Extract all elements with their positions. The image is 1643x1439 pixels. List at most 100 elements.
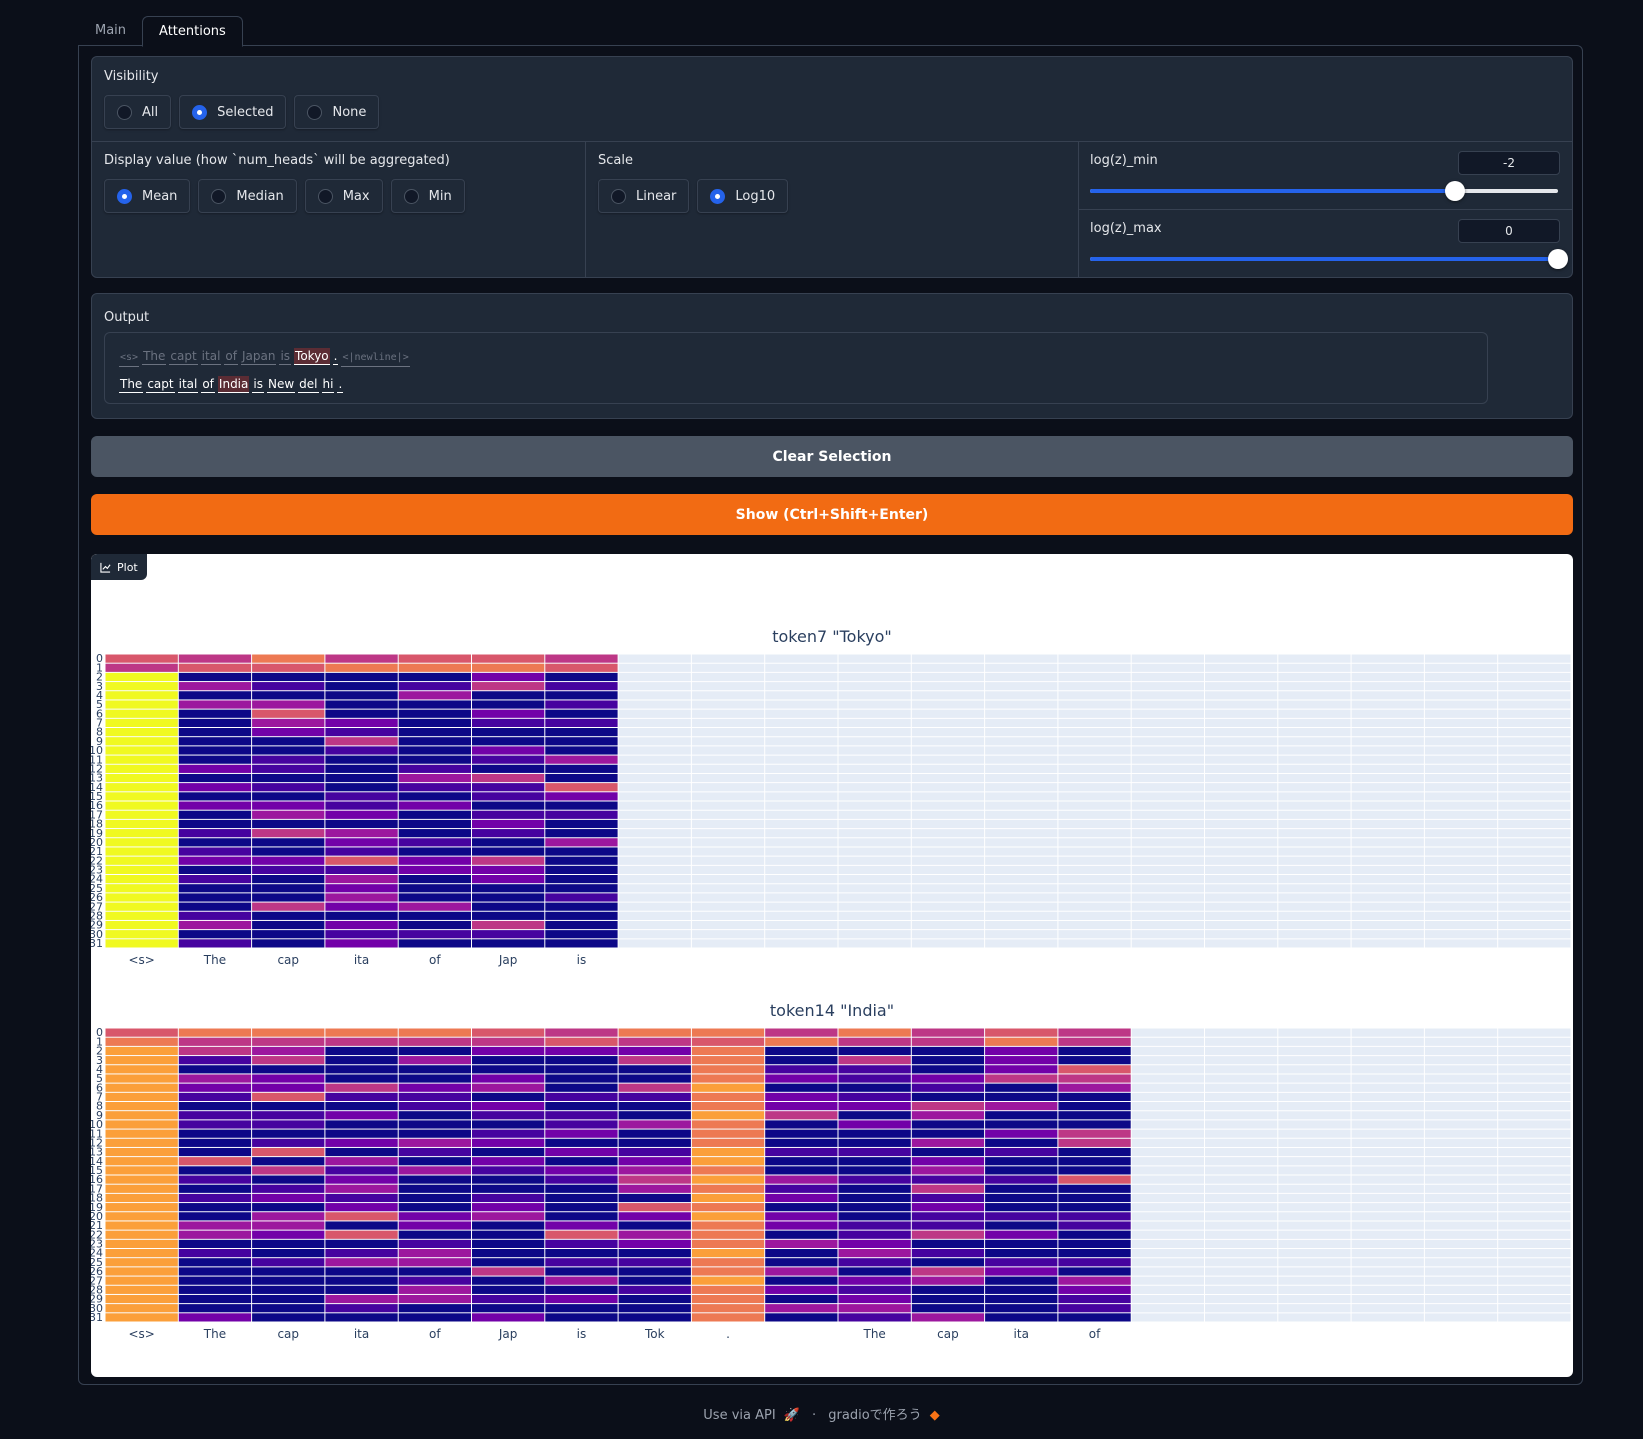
visibility-option-selected[interactable]: Selected — [179, 95, 287, 129]
token[interactable]: . — [337, 376, 344, 393]
token[interactable]: ital — [200, 348, 222, 365]
token[interactable]: . — [332, 348, 339, 365]
heatmap-cell — [252, 1166, 325, 1175]
heatmap-cell — [398, 1157, 471, 1166]
heatmap-cell — [545, 700, 618, 709]
heatmap-cell — [178, 884, 252, 893]
heatmap-cell — [545, 1046, 618, 1056]
heatmap-cell — [985, 1046, 1058, 1056]
built-with-gradio-link[interactable]: gradioで作ろう — [828, 1408, 921, 1423]
token[interactable]: of — [224, 348, 238, 365]
heatmap-cell — [691, 1221, 765, 1230]
token-selected[interactable]: India — [217, 376, 250, 393]
heatmap-cell — [252, 783, 325, 792]
heatmap-cell — [472, 865, 545, 874]
token[interactable]: <s> — [119, 350, 140, 367]
display-option-median[interactable]: Median — [198, 179, 297, 213]
heatmap-cell — [398, 654, 471, 663]
heatmap-cell — [398, 691, 471, 700]
heatmap-cell — [838, 1285, 911, 1294]
heatmap-cell — [545, 893, 618, 902]
clear-selection-button[interactable]: Clear Selection — [91, 436, 1573, 477]
heatmap-cell — [618, 1249, 691, 1258]
heatmap-cell — [325, 1212, 398, 1221]
token[interactable]: <|newline|> — [341, 350, 410, 367]
token[interactable]: of — [201, 376, 215, 393]
heatmap-cell — [545, 1258, 618, 1267]
tab-main[interactable]: Main — [79, 16, 142, 47]
heatmap-cell — [398, 1249, 471, 1258]
token-selected[interactable]: Tokyo — [294, 348, 330, 365]
heatmap-cell — [545, 884, 618, 893]
token[interactable]: del — [298, 376, 319, 393]
heatmap-cell — [911, 1184, 985, 1193]
token[interactable]: ital — [177, 376, 199, 393]
heatmap-cell — [398, 718, 471, 727]
heatmap-cell — [398, 1065, 471, 1074]
heatmap-cell — [1058, 1276, 1131, 1285]
heatmap-cell — [911, 1028, 985, 1037]
heatmap-cell — [252, 755, 325, 764]
scale-option-log10[interactable]: Log10 — [697, 179, 789, 213]
display-option-min[interactable]: Min — [390, 179, 465, 213]
visibility-option-none[interactable]: None — [294, 95, 380, 129]
heatmap-cell — [178, 1102, 252, 1111]
use-api-link[interactable]: Use via API — [703, 1408, 775, 1423]
heatmap-cell — [838, 1157, 911, 1166]
heatmap-cell — [325, 1313, 398, 1322]
log-max-slider[interactable] — [1090, 249, 1568, 269]
heatmap-cell — [325, 902, 398, 911]
heatmap-cell — [398, 893, 471, 902]
heatmap-cell — [838, 1083, 911, 1092]
tab-attentions[interactable]: Attentions — [142, 16, 243, 47]
heatmap-cell — [178, 1175, 252, 1184]
display-option-max[interactable]: Max — [304, 179, 383, 213]
heatmap-cell — [838, 1065, 911, 1074]
heatmap-cell — [911, 1129, 985, 1138]
heatmap-cell — [325, 1184, 398, 1193]
log-max-slider-thumb[interactable] — [1548, 249, 1568, 269]
heatmap-cell — [1058, 1193, 1131, 1203]
log-min-slider-thumb[interactable] — [1445, 181, 1466, 201]
heatmap-cell — [398, 819, 471, 829]
token[interactable]: Japan — [240, 348, 277, 365]
heatmap-cell — [1058, 1166, 1131, 1175]
heatmap-cell — [545, 1212, 618, 1221]
token[interactable]: is — [252, 376, 264, 393]
log-min-input[interactable]: -2 — [1458, 151, 1560, 175]
heatmap-cell — [472, 1258, 545, 1267]
heatmap-cell — [325, 682, 398, 691]
token[interactable]: capt — [146, 376, 175, 393]
heatmap-cell — [985, 1083, 1058, 1092]
radio-dot-icon — [307, 104, 323, 120]
heatmap-cell — [105, 1074, 178, 1083]
heatmap-cell — [252, 1111, 325, 1120]
heatmap-cell — [691, 1239, 765, 1248]
heatmap-cell — [398, 1212, 471, 1221]
heatmap-cell — [911, 1175, 985, 1184]
token[interactable]: is — [279, 348, 292, 365]
heatmap-cell — [105, 728, 178, 737]
log-min-slider[interactable] — [1090, 181, 1558, 201]
log-max-input[interactable]: 0 — [1458, 219, 1560, 243]
heatmap-cell — [178, 893, 252, 902]
heatmap-cell — [178, 783, 252, 792]
token[interactable]: New — [266, 376, 296, 393]
token[interactable]: The — [119, 376, 144, 393]
token[interactable]: capt — [169, 348, 198, 365]
visibility-option-all[interactable]: All — [104, 95, 172, 129]
display-option-mean[interactable]: Mean — [104, 179, 191, 213]
heatmap-cell — [618, 1083, 691, 1092]
token[interactable]: The — [142, 348, 167, 365]
token[interactable]: hi — [321, 376, 335, 393]
scale-option-linear[interactable]: Linear — [598, 179, 690, 213]
heatmap-cell — [545, 1065, 618, 1074]
heatmap-cell — [398, 1276, 471, 1285]
show-button[interactable]: Show (Ctrl+Shift+Enter) — [91, 494, 1573, 535]
heatmap-cell — [765, 1111, 838, 1120]
heatmap-cell — [105, 709, 178, 718]
heatmap-cell — [838, 1166, 911, 1175]
heatmap-cell — [838, 1249, 911, 1258]
log-max-label: log(z)_max — [1090, 221, 1162, 236]
heatmap-cell — [398, 672, 471, 682]
